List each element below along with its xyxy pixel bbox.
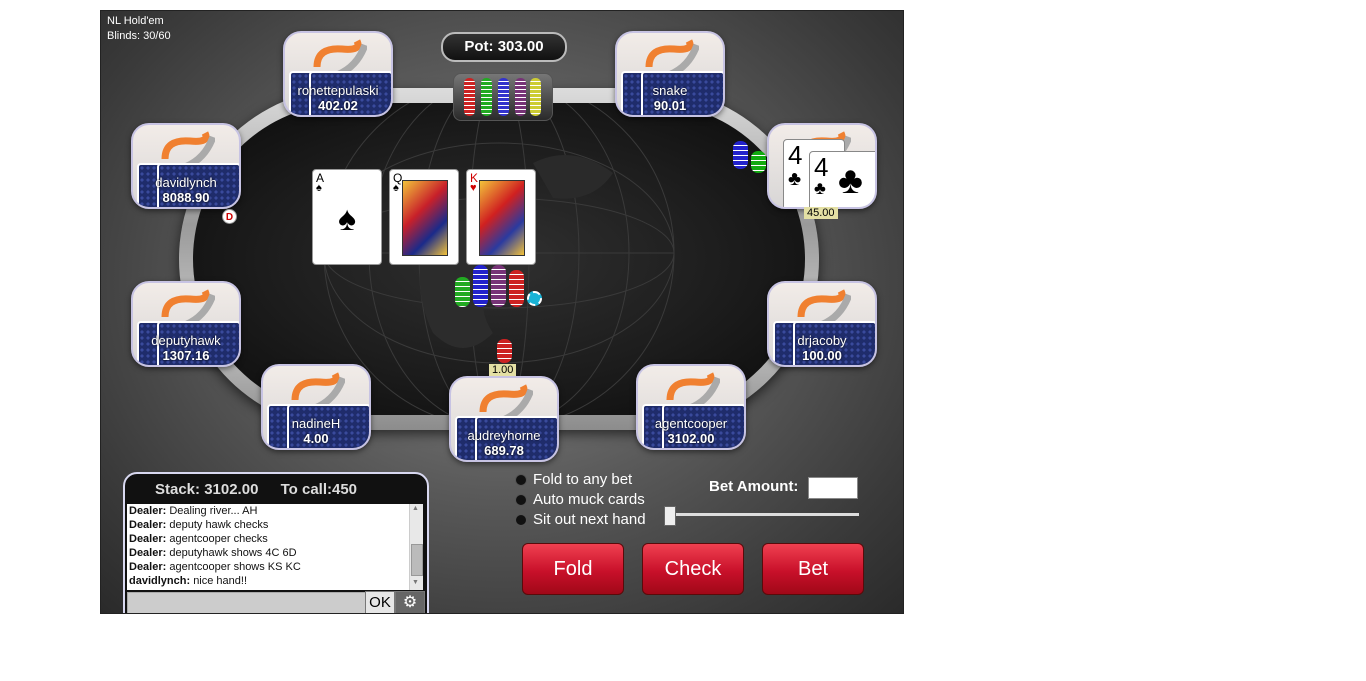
pot-chip-stack bbox=[473, 265, 488, 307]
seat-audreyhorne[interactable]: audreyhorne 689.78 bbox=[449, 376, 559, 462]
player-name: snake bbox=[652, 83, 688, 98]
player-name: ronettepulaski bbox=[297, 83, 379, 98]
bet-chip-stack bbox=[751, 151, 766, 173]
player-name: davidlynch bbox=[155, 175, 217, 190]
player-name: audreyhorne bbox=[467, 428, 541, 443]
pot-chip-stack bbox=[491, 265, 506, 307]
seat-drjacoby[interactable]: drjacoby 100.00 bbox=[767, 281, 877, 367]
player-name: deputyhawk bbox=[151, 333, 221, 348]
stack-value: Stack: 3102.00 bbox=[155, 481, 259, 498]
player-stack: 100.00 bbox=[802, 348, 842, 363]
option-auto-muck[interactable]: Auto muck cards bbox=[515, 491, 645, 508]
player-stack: 3102.00 bbox=[667, 431, 715, 446]
heart-suit-icon: ♥ bbox=[470, 182, 477, 194]
seat-snake[interactable]: snake 90.01 bbox=[615, 31, 725, 117]
chat-log: Dealer: Dealing river... AH Dealer: depu… bbox=[127, 504, 409, 590]
bet-chip-stack bbox=[497, 339, 512, 363]
bet-amount-input[interactable] bbox=[808, 477, 858, 499]
player-name: agentcooper bbox=[654, 416, 728, 431]
game-type: NL Hold'em bbox=[107, 15, 164, 27]
board-card-1: A ♠ ♠ bbox=[312, 169, 382, 265]
card-rank: 4 bbox=[788, 140, 803, 170]
option-fold-to-any-bet[interactable]: Fold to any bet bbox=[515, 471, 632, 488]
club-suit-icon: ♣ bbox=[838, 160, 863, 202]
seat-deputyhawk[interactable]: deputyhawk 1307.16 bbox=[131, 281, 241, 367]
scroll-down-icon[interactable]: ▼ bbox=[412, 579, 419, 586]
chat-panel: Stack: 3102.00 To call:450 Dealer: Deali… bbox=[123, 472, 429, 613]
bet-amount-title: Bet Amount: bbox=[709, 478, 799, 495]
bet-amount-label: 45.00 bbox=[804, 207, 838, 219]
seat-agentcooper[interactable]: agentcooper 3102.00 bbox=[636, 364, 746, 450]
chat-line: Dealer: Dealing river... AH bbox=[129, 505, 258, 517]
pot-chip bbox=[527, 291, 542, 306]
check-button[interactable]: Check bbox=[642, 543, 744, 595]
radio-icon[interactable] bbox=[515, 494, 527, 507]
chip-rack bbox=[453, 73, 553, 121]
stack-info: Stack: 3102.00 To call:450 bbox=[155, 481, 357, 498]
fold-button[interactable]: Fold bbox=[522, 543, 624, 595]
queen-face-art bbox=[402, 180, 448, 256]
king-face-art bbox=[479, 180, 525, 256]
bet-slider-track[interactable] bbox=[667, 513, 859, 516]
bet-button[interactable]: Bet bbox=[762, 543, 864, 595]
player-stack: 1307.16 bbox=[162, 348, 210, 363]
player-stack: 4.00 bbox=[303, 431, 329, 446]
spade-suit-icon: ♠ bbox=[316, 182, 322, 194]
board-card-3: K ♥ bbox=[466, 169, 536, 265]
spade-suit-icon: ♠ bbox=[393, 182, 399, 194]
bet-amount-label: 1.00 bbox=[489, 364, 517, 376]
scroll-thumb[interactable] bbox=[411, 544, 423, 576]
bet-chip-stack bbox=[733, 141, 748, 169]
chat-line: Dealer: agentcooper checks bbox=[129, 533, 268, 545]
option-sit-out[interactable]: Sit out next hand bbox=[515, 511, 646, 528]
club-suit-icon: ♣ bbox=[788, 168, 802, 190]
to-call-value: To call:450 bbox=[280, 481, 358, 498]
pot-chip-stack bbox=[509, 270, 524, 307]
game-blinds: Blinds: 30/60 bbox=[107, 30, 171, 42]
player-name: drjacoby bbox=[797, 333, 847, 348]
spade-suit-icon: ♠ bbox=[337, 200, 357, 238]
game-info: NL Hold'em Blinds: 30/60 bbox=[107, 14, 171, 44]
chat-line: davidlynch: nice hand!! bbox=[129, 575, 248, 587]
card-rank: 4 bbox=[814, 152, 829, 182]
chat-line: Dealer: agentcooper shows KS KC bbox=[129, 561, 301, 573]
club-suit-icon: ♣ bbox=[814, 178, 826, 198]
pot-display: Pot: 303.00 bbox=[441, 32, 567, 62]
player-name: nadineH bbox=[291, 416, 341, 431]
chat-input[interactable] bbox=[127, 592, 367, 613]
chat-line: Dealer: deputyhawk shows 4C 6D bbox=[129, 547, 297, 559]
radio-icon[interactable] bbox=[515, 474, 527, 487]
player-stack: 402.02 bbox=[318, 98, 358, 113]
gear-icon[interactable]: ⚙ bbox=[395, 591, 425, 613]
pot-chip-stack bbox=[455, 277, 470, 307]
player-stack: 90.01 bbox=[653, 98, 687, 113]
hole-card: 4 ♣ ♣ bbox=[809, 151, 875, 207]
chat-ok-button[interactable]: OK bbox=[365, 591, 395, 613]
poker-table-view: NL Hold'em Blinds: 30/60 Pot: 303.00 ron… bbox=[100, 10, 904, 614]
scroll-up-icon[interactable]: ▲ bbox=[412, 505, 419, 512]
chat-scrollbar[interactable]: ▲ ▼ bbox=[409, 504, 423, 590]
chat-line: Dealer: deputy hawk checks bbox=[129, 519, 269, 531]
player-stack: 8088.90 bbox=[162, 190, 210, 205]
bet-slider-handle[interactable] bbox=[664, 506, 676, 526]
seat-davidlynch[interactable]: davidlynch 8088.90 bbox=[131, 123, 241, 209]
dealer-button: D bbox=[222, 209, 237, 224]
seat-nadineh[interactable]: nadineH 4.00 bbox=[261, 364, 371, 450]
board-card-2: Q ♠ bbox=[389, 169, 459, 265]
seat-revealed-hand[interactable]: 4 ♣ 4 ♣ ♣ bbox=[767, 123, 877, 209]
radio-icon[interactable] bbox=[515, 514, 527, 527]
player-stack: 689.78 bbox=[484, 443, 524, 458]
seat-ronettepulaski[interactable]: ronettepulaski 402.02 bbox=[283, 31, 393, 117]
